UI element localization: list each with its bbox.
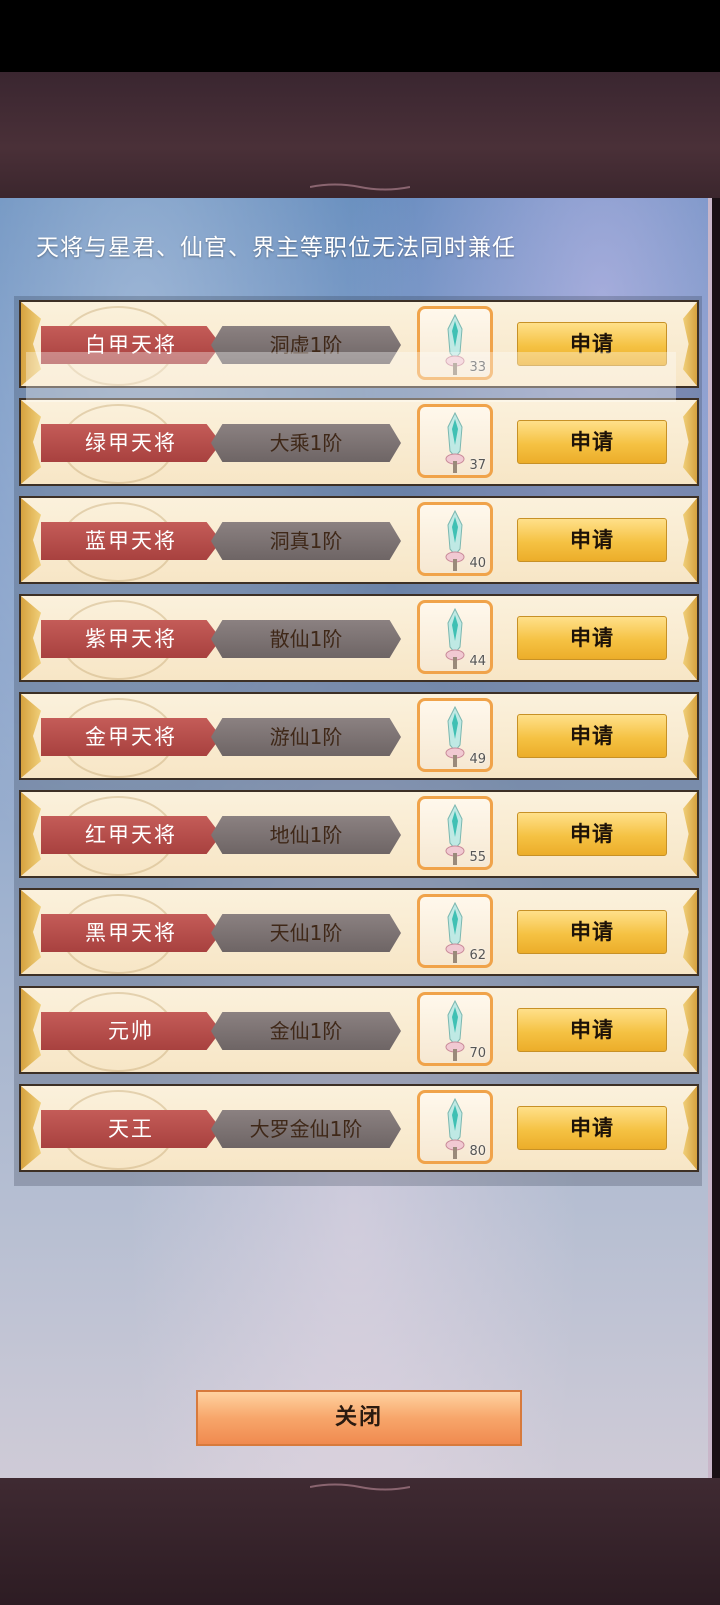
status-bar [0, 0, 720, 72]
toast-overlay [26, 352, 676, 402]
item-count: 49 [469, 752, 486, 767]
token-item-slot[interactable]: 70 [417, 992, 493, 1066]
row-right-ornament [683, 792, 697, 876]
position-title: 红甲天将 [41, 816, 221, 854]
token-item-slot[interactable]: 62 [417, 894, 493, 968]
row-right-ornament [683, 498, 697, 582]
row-left-ornament [21, 1086, 41, 1170]
apply-button[interactable]: 申请 [517, 812, 667, 856]
position-row: 红甲天将 地仙1阶 55 申请 [19, 790, 699, 878]
apply-button[interactable]: 申请 [517, 910, 667, 954]
realm-requirement: 金仙1阶 [211, 1012, 401, 1050]
token-item-slot[interactable]: 80 [417, 1090, 493, 1164]
position-row: 蓝甲天将 洞真1阶 40 申请 [19, 496, 699, 584]
item-count: 62 [469, 948, 486, 963]
position-title: 紫甲天将 [41, 620, 221, 658]
window-footer [0, 1478, 720, 1605]
position-title: 天王 [41, 1110, 221, 1148]
row-right-ornament [683, 988, 697, 1072]
position-row: 元帅 金仙1阶 70 申请 [19, 986, 699, 1074]
position-title: 金甲天将 [41, 718, 221, 756]
row-left-ornament [21, 988, 41, 1072]
apply-button[interactable]: 申请 [517, 1008, 667, 1052]
position-row: 紫甲天将 散仙1阶 44 申请 [19, 594, 699, 682]
row-left-ornament [21, 596, 41, 680]
apply-button[interactable]: 申请 [517, 714, 667, 758]
position-row: 天王 大罗金仙1阶 80 申请 [19, 1084, 699, 1172]
apply-button[interactable]: 申请 [517, 616, 667, 660]
row-left-ornament [21, 400, 41, 484]
sword-token-icon [445, 901, 465, 963]
sword-token-icon [445, 999, 465, 1061]
row-left-ornament [21, 890, 41, 974]
realm-requirement: 天仙1阶 [211, 914, 401, 952]
footer-ornament-icon [310, 1483, 410, 1491]
apply-button[interactable]: 申请 [517, 420, 667, 464]
item-count: 70 [469, 1046, 486, 1061]
position-title: 蓝甲天将 [41, 522, 221, 560]
token-item-slot[interactable]: 49 [417, 698, 493, 772]
token-item-slot[interactable]: 44 [417, 600, 493, 674]
header-ornament-icon [310, 183, 410, 191]
token-item-slot[interactable]: 55 [417, 796, 493, 870]
position-title: 黑甲天将 [41, 914, 221, 952]
token-item-slot[interactable]: 37 [417, 404, 493, 478]
row-right-ornament [683, 1086, 697, 1170]
row-right-ornament [683, 694, 697, 778]
position-row: 黑甲天将 天仙1阶 62 申请 [19, 888, 699, 976]
realm-requirement: 地仙1阶 [211, 816, 401, 854]
sword-token-icon [445, 803, 465, 865]
sword-token-icon [445, 607, 465, 669]
realm-requirement: 大罗金仙1阶 [211, 1110, 401, 1148]
realm-requirement: 洞真1阶 [211, 522, 401, 560]
token-item-slot[interactable]: 40 [417, 502, 493, 576]
realm-requirement: 游仙1阶 [211, 718, 401, 756]
row-left-ornament [21, 498, 41, 582]
position-row: 金甲天将 游仙1阶 49 申请 [19, 692, 699, 780]
item-count: 44 [469, 654, 486, 669]
row-right-ornament [683, 890, 697, 974]
position-row: 绿甲天将 大乘1阶 37 申请 [19, 398, 699, 486]
realm-requirement: 散仙1阶 [211, 620, 401, 658]
close-button[interactable]: 关闭 [196, 1390, 522, 1446]
sword-token-icon [445, 705, 465, 767]
realm-requirement: 大乘1阶 [211, 424, 401, 462]
row-right-ornament [683, 596, 697, 680]
sword-token-icon [445, 509, 465, 571]
item-count: 40 [469, 556, 486, 571]
row-left-ornament [21, 694, 41, 778]
row-left-ornament [21, 792, 41, 876]
item-count: 55 [469, 850, 486, 865]
sword-token-icon [445, 1097, 465, 1159]
row-right-ornament [683, 302, 697, 386]
notice-text: 天将与星君、仙官、界主等职位无法同时兼任 [36, 235, 516, 261]
item-count: 37 [469, 458, 486, 473]
window-header [0, 72, 720, 198]
item-count: 80 [469, 1144, 486, 1159]
apply-button[interactable]: 申请 [517, 518, 667, 562]
row-right-ornament [683, 400, 697, 484]
position-title: 绿甲天将 [41, 424, 221, 462]
sword-token-icon [445, 411, 465, 473]
position-title: 元帅 [41, 1012, 221, 1050]
apply-button[interactable]: 申请 [517, 1106, 667, 1150]
